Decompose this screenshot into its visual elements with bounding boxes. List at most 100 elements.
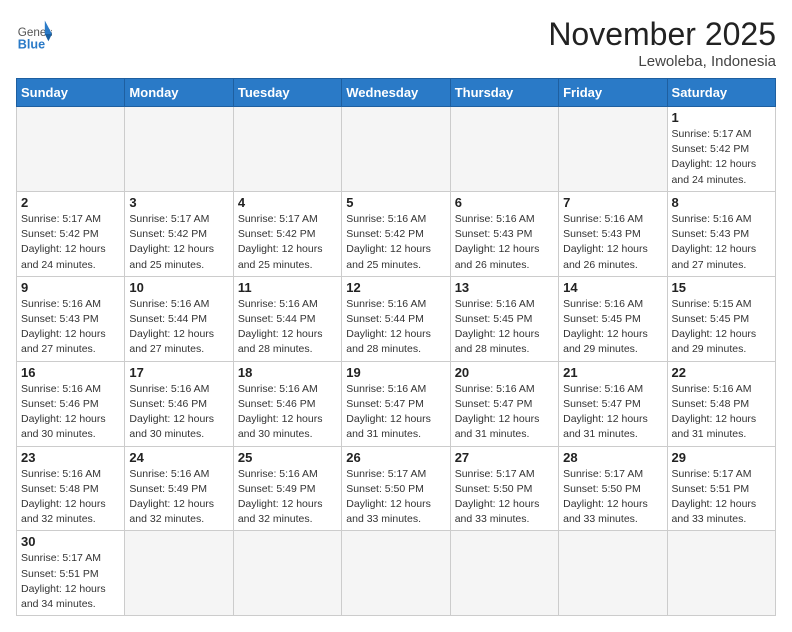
day-number: 7 bbox=[563, 195, 662, 210]
calendar-cell: 1Sunrise: 5:17 AM Sunset: 5:42 PM Daylig… bbox=[667, 107, 775, 192]
calendar-cell: 9 Sunrise: 5:16 AM Sunset: 5:43 PM Daylig… bbox=[17, 276, 125, 361]
day-number: 28 bbox=[563, 450, 662, 465]
logo-icon: General Blue bbox=[16, 16, 52, 52]
calendar-cell: 10 Sunrise: 5:16 AM Sunset: 5:44 PM Dayli… bbox=[125, 276, 233, 361]
calendar-week-row: 9 Sunrise: 5:16 AM Sunset: 5:43 PM Daylig… bbox=[17, 276, 776, 361]
calendar-cell: 16 Sunrise: 5:16 AM Sunset: 5:46 PM Dayli… bbox=[17, 361, 125, 446]
calendar-cell bbox=[559, 107, 667, 192]
calendar-cell: 23 Sunrise: 5:16 AM Sunset: 5:48 PM Dayli… bbox=[17, 446, 125, 531]
calendar-cell: 3Sunrise: 5:17 AM Sunset: 5:42 PM Daylig… bbox=[125, 191, 233, 276]
day-info: Sunrise: 5:17 AM Sunset: 5:51 PM Dayligh… bbox=[21, 551, 120, 612]
day-info: Sunrise: 5:16 AM Sunset: 5:48 PM Dayligh… bbox=[21, 467, 120, 528]
day-number: 12 bbox=[346, 280, 445, 295]
day-info: Sunrise: 5:16 AM Sunset: 5:46 PM Dayligh… bbox=[238, 382, 337, 443]
calendar-cell: 30 Sunrise: 5:17 AM Sunset: 5:51 PM Dayli… bbox=[17, 531, 125, 616]
day-number: 26 bbox=[346, 450, 445, 465]
day-info: Sunrise: 5:16 AM Sunset: 5:44 PM Dayligh… bbox=[346, 297, 445, 358]
day-info: Sunrise: 5:17 AM Sunset: 5:50 PM Dayligh… bbox=[346, 467, 445, 528]
weekday-header: Wednesday bbox=[342, 79, 450, 107]
day-info: Sunrise: 5:16 AM Sunset: 5:43 PM Dayligh… bbox=[21, 297, 120, 358]
day-info: Sunrise: 5:15 AM Sunset: 5:45 PM Dayligh… bbox=[672, 297, 771, 358]
calendar-week-row: 23 Sunrise: 5:16 AM Sunset: 5:48 PM Dayli… bbox=[17, 446, 776, 531]
calendar-cell: 18Sunrise: 5:16 AM Sunset: 5:46 PM Dayli… bbox=[233, 361, 341, 446]
day-info: Sunrise: 5:17 AM Sunset: 5:51 PM Dayligh… bbox=[672, 467, 771, 528]
calendar-cell: 27Sunrise: 5:17 AM Sunset: 5:50 PM Dayli… bbox=[450, 446, 558, 531]
weekday-header: Thursday bbox=[450, 79, 558, 107]
calendar-cell: 17 Sunrise: 5:16 AM Sunset: 5:46 PM Dayli… bbox=[125, 361, 233, 446]
page-header: General Blue November 2025 Lewoleba, Ind… bbox=[16, 16, 776, 70]
day-info: Sunrise: 5:16 AM Sunset: 5:45 PM Dayligh… bbox=[563, 297, 662, 358]
day-number: 30 bbox=[21, 534, 120, 549]
day-number: 9 bbox=[21, 280, 120, 295]
calendar-cell bbox=[233, 107, 341, 192]
day-number: 8 bbox=[672, 195, 771, 210]
svg-text:Blue: Blue bbox=[18, 37, 45, 51]
calendar-cell: 4 Sunrise: 5:17 AM Sunset: 5:42 PM Daylig… bbox=[233, 191, 341, 276]
weekday-header: Friday bbox=[559, 79, 667, 107]
day-info: Sunrise: 5:16 AM Sunset: 5:43 PM Dayligh… bbox=[672, 212, 771, 273]
calendar-week-row: 2 Sunrise: 5:17 AM Sunset: 5:42 PM Daylig… bbox=[17, 191, 776, 276]
calendar-cell: 20 Sunrise: 5:16 AM Sunset: 5:47 PM Dayli… bbox=[450, 361, 558, 446]
day-info: Sunrise: 5:16 AM Sunset: 5:42 PM Dayligh… bbox=[346, 212, 445, 273]
day-number: 11 bbox=[238, 280, 337, 295]
calendar-cell: 12 Sunrise: 5:16 AM Sunset: 5:44 PM Dayli… bbox=[342, 276, 450, 361]
calendar-cell: 6 Sunrise: 5:16 AM Sunset: 5:43 PM Daylig… bbox=[450, 191, 558, 276]
calendar-cell: 15Sunrise: 5:15 AM Sunset: 5:45 PM Dayli… bbox=[667, 276, 775, 361]
day-number: 4 bbox=[238, 195, 337, 210]
calendar-cell: 29 Sunrise: 5:17 AM Sunset: 5:51 PM Dayli… bbox=[667, 446, 775, 531]
logo: General Blue bbox=[16, 16, 52, 52]
location: Lewoleba, Indonesia bbox=[548, 53, 776, 70]
calendar-cell: 8 Sunrise: 5:16 AM Sunset: 5:43 PM Daylig… bbox=[667, 191, 775, 276]
day-info: Sunrise: 5:16 AM Sunset: 5:47 PM Dayligh… bbox=[563, 382, 662, 443]
day-info: Sunrise: 5:16 AM Sunset: 5:49 PM Dayligh… bbox=[129, 467, 228, 528]
day-number: 10 bbox=[129, 280, 228, 295]
day-number: 25 bbox=[238, 450, 337, 465]
calendar-cell bbox=[667, 531, 775, 616]
day-info: Sunrise: 5:16 AM Sunset: 5:47 PM Dayligh… bbox=[455, 382, 554, 443]
calendar-cell: 7 Sunrise: 5:16 AM Sunset: 5:43 PM Daylig… bbox=[559, 191, 667, 276]
calendar-cell: 28 Sunrise: 5:17 AM Sunset: 5:50 PM Dayli… bbox=[559, 446, 667, 531]
calendar-cell: 19 Sunrise: 5:16 AM Sunset: 5:47 PM Dayli… bbox=[342, 361, 450, 446]
calendar-cell: 14 Sunrise: 5:16 AM Sunset: 5:45 PM Dayli… bbox=[559, 276, 667, 361]
day-info: Sunrise: 5:16 AM Sunset: 5:47 PM Dayligh… bbox=[346, 382, 445, 443]
title-block: November 2025 Lewoleba, Indonesia bbox=[548, 16, 776, 70]
calendar-cell bbox=[342, 531, 450, 616]
day-info: Sunrise: 5:16 AM Sunset: 5:44 PM Dayligh… bbox=[238, 297, 337, 358]
day-number: 6 bbox=[455, 195, 554, 210]
month-title: November 2025 bbox=[548, 16, 776, 53]
day-info: Sunrise: 5:16 AM Sunset: 5:46 PM Dayligh… bbox=[129, 382, 228, 443]
day-info: Sunrise: 5:17 AM Sunset: 5:42 PM Dayligh… bbox=[238, 212, 337, 273]
day-info: Sunrise: 5:17 AM Sunset: 5:42 PM Dayligh… bbox=[129, 212, 228, 273]
calendar-cell: 24Sunrise: 5:16 AM Sunset: 5:49 PM Dayli… bbox=[125, 446, 233, 531]
day-info: Sunrise: 5:16 AM Sunset: 5:44 PM Dayligh… bbox=[129, 297, 228, 358]
calendar-cell bbox=[17, 107, 125, 192]
calendar-cell: 2Sunrise: 5:17 AM Sunset: 5:42 PM Daylig… bbox=[17, 191, 125, 276]
calendar-cell bbox=[559, 531, 667, 616]
calendar-week-row: 16 Sunrise: 5:16 AM Sunset: 5:46 PM Dayli… bbox=[17, 361, 776, 446]
day-info: Sunrise: 5:16 AM Sunset: 5:45 PM Dayligh… bbox=[455, 297, 554, 358]
calendar-table: SundayMondayTuesdayWednesdayThursdayFrid… bbox=[16, 78, 776, 616]
calendar-cell: 26 Sunrise: 5:17 AM Sunset: 5:50 PM Dayli… bbox=[342, 446, 450, 531]
calendar-cell: 25 Sunrise: 5:16 AM Sunset: 5:49 PM Dayli… bbox=[233, 446, 341, 531]
calendar-cell: 13Sunrise: 5:16 AM Sunset: 5:45 PM Dayli… bbox=[450, 276, 558, 361]
day-number: 16 bbox=[21, 365, 120, 380]
calendar-cell: 21Sunrise: 5:16 AM Sunset: 5:47 PM Dayli… bbox=[559, 361, 667, 446]
day-info: Sunrise: 5:16 AM Sunset: 5:43 PM Dayligh… bbox=[455, 212, 554, 273]
day-info: Sunrise: 5:17 AM Sunset: 5:42 PM Dayligh… bbox=[672, 127, 771, 188]
calendar-cell bbox=[125, 531, 233, 616]
calendar-cell bbox=[125, 107, 233, 192]
day-number: 2 bbox=[21, 195, 120, 210]
day-number: 20 bbox=[455, 365, 554, 380]
day-info: Sunrise: 5:17 AM Sunset: 5:50 PM Dayligh… bbox=[563, 467, 662, 528]
weekday-header: Saturday bbox=[667, 79, 775, 107]
day-info: Sunrise: 5:16 AM Sunset: 5:43 PM Dayligh… bbox=[563, 212, 662, 273]
day-number: 29 bbox=[672, 450, 771, 465]
day-number: 23 bbox=[21, 450, 120, 465]
day-number: 19 bbox=[346, 365, 445, 380]
day-number: 17 bbox=[129, 365, 228, 380]
calendar-cell bbox=[450, 531, 558, 616]
day-info: Sunrise: 5:16 AM Sunset: 5:49 PM Dayligh… bbox=[238, 467, 337, 528]
day-info: Sunrise: 5:16 AM Sunset: 5:46 PM Dayligh… bbox=[21, 382, 120, 443]
day-number: 14 bbox=[563, 280, 662, 295]
calendar-cell bbox=[342, 107, 450, 192]
